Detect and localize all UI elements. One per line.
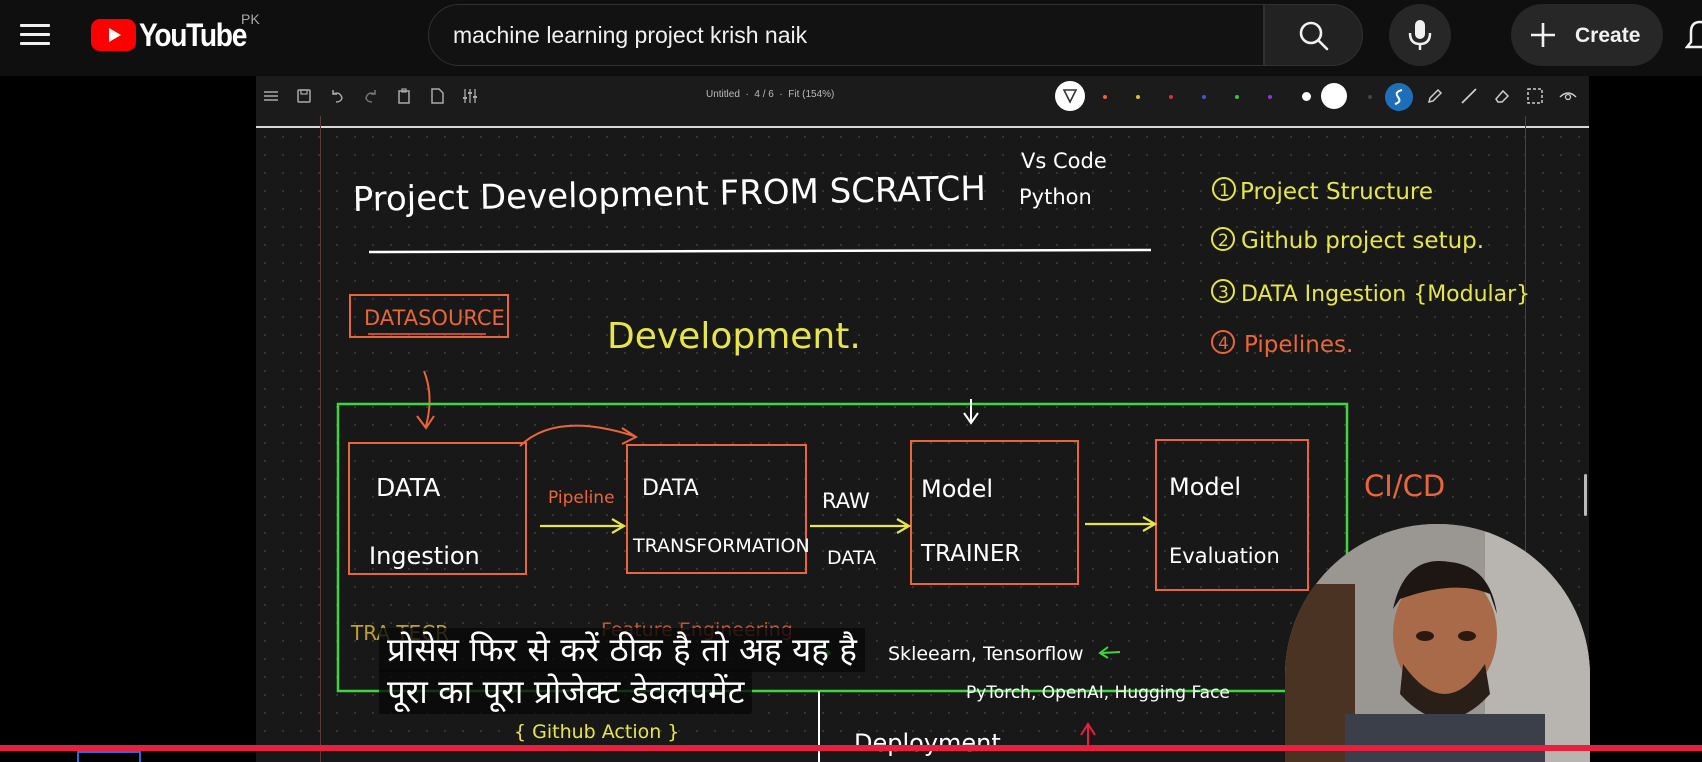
agenda-number-2: 2 [1218, 231, 1229, 251]
cicd-label: CI/CD [1364, 469, 1445, 503]
search-icon [1299, 21, 1329, 51]
box-data-ingestion-line1: DATA [376, 473, 440, 502]
box-model-trainer-line1: Model [921, 475, 993, 503]
youtube-logo[interactable]: YouTube [91, 16, 261, 53]
mic-icon [1408, 20, 1432, 50]
agenda-number-1: 1 [1219, 181, 1230, 201]
feedback-arrow [519, 424, 639, 447]
country-code: PK [241, 11, 260, 27]
box-data-transformation-line2: TRANSFORMATION [632, 535, 810, 557]
top-arrow [963, 399, 979, 425]
masthead: YouTube PK Create [0, 0, 1702, 76]
libraries-2-label: PyTorch, OpenAI, Hugging Face [966, 683, 1230, 703]
bell-icon[interactable] [1685, 18, 1702, 54]
box-model-evaluation-line2: Evaluation [1169, 544, 1280, 568]
agenda-list: 1 Project Structure 2 Github project set… [1211, 177, 1530, 358]
libraries-label: Skleearn, Tensorflow [888, 643, 1084, 665]
raw-label: RAW [822, 489, 870, 513]
search-input[interactable] [453, 5, 1233, 65]
video-progress-bar[interactable] [0, 745, 1702, 751]
create-label: Create [1575, 24, 1641, 47]
arrow-trainer-evaluation [1085, 516, 1158, 532]
logo-text: YouTube [139, 16, 247, 53]
pipeline-label: Pipeline [548, 488, 615, 508]
box-data-ingestion-line2: Ingestion [369, 542, 480, 570]
arrow-ingestion-transformation [540, 518, 627, 534]
box-data-transformation-line1: DATA [642, 476, 699, 501]
title-underline [368, 248, 1152, 254]
frame-scroll-grip[interactable] [1584, 474, 1587, 516]
deployment-label: Deployment [854, 729, 1001, 757]
plus-icon [1531, 23, 1555, 47]
data-label: DATA [827, 547, 876, 569]
development-label: Development. [607, 316, 861, 357]
arrow-transformation-trainer [810, 518, 912, 534]
search-box [428, 4, 1264, 66]
agenda-item-4: Pipelines. [1244, 332, 1353, 358]
voice-search-button[interactable] [1389, 4, 1451, 66]
caption-line-1: प्रोसेस फिर से करें ठीक है तो अह यह है [379, 628, 865, 672]
tool-vscode: Vs Code [1021, 149, 1107, 173]
youtube-play-icon [91, 19, 136, 51]
agenda-item-1: Project Structure [1240, 179, 1433, 205]
caption-line-2: पूरा का पूरा प्रोजेक्ट डेवलपमेंट [379, 670, 753, 714]
agenda-number-3: 3 [1218, 283, 1229, 303]
agenda-item-2: Github project setup. [1241, 228, 1484, 254]
agenda-item-3: DATA Ingestion {Modular} [1241, 282, 1530, 307]
progress-preview-marker [77, 751, 141, 762]
box-model-evaluation-line1: Model [1169, 473, 1241, 501]
box-model-trainer-line2: TRAINER [920, 541, 1020, 567]
board-title: Project Development FROM SCRATCH [352, 169, 986, 220]
menu-icon[interactable] [14, 14, 54, 54]
search-button[interactable] [1264, 4, 1363, 66]
datasource-arrow-head [416, 415, 435, 430]
agenda-number-4: 4 [1218, 334, 1229, 354]
datasource-arrow [423, 370, 431, 427]
datasource-label: DATASOURCE [364, 306, 505, 330]
github-action-label: { Github Action } [514, 721, 679, 743]
tool-python: Python [1019, 185, 1092, 209]
create-button[interactable]: Create [1511, 4, 1663, 66]
libraries-arrow [1098, 646, 1121, 659]
